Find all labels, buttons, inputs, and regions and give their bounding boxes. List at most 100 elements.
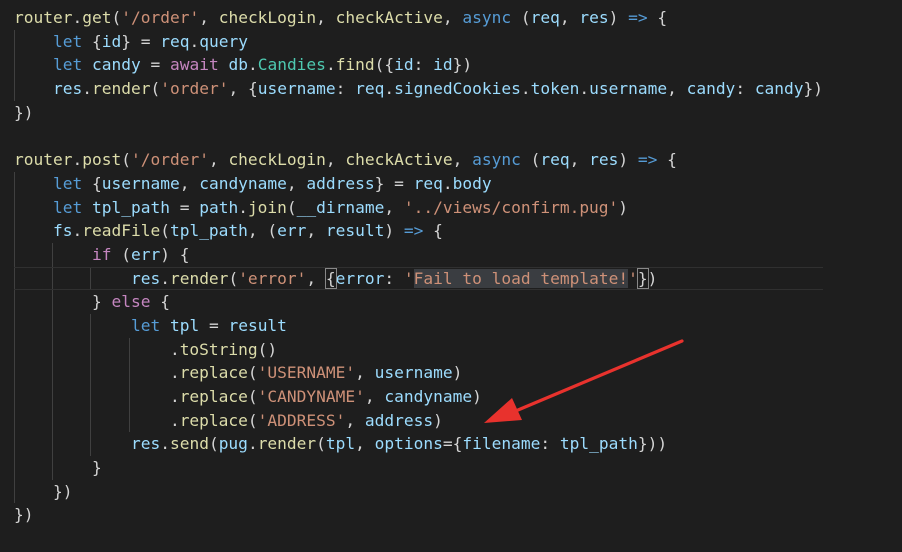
code-token: .	[247, 55, 258, 75]
code-token: body	[452, 173, 492, 193]
code-token: req	[540, 150, 570, 170]
indent-guide	[90, 432, 92, 457]
code-token: id	[101, 31, 122, 51]
selected-text: Fail to load template!	[413, 268, 629, 288]
indent-guide	[90, 313, 92, 338]
code-token: })	[803, 79, 824, 99]
code-line[interactable]: res.render('order', {username: req.signe…	[14, 77, 823, 101]
code-line[interactable]: .replace('CANDYNAME', candyname)	[14, 385, 823, 409]
code-token: .	[72, 150, 83, 170]
code-token: })	[14, 505, 34, 525]
code-line[interactable]: let tpl_path = path.join(__dirname, '../…	[14, 195, 823, 220]
code-token: .	[442, 173, 453, 193]
code-token: candy	[754, 79, 804, 99]
code-token: )	[618, 150, 638, 170]
code-line[interactable]: } else {	[14, 290, 823, 314]
code-token: ,	[306, 268, 326, 288]
code-token: ,	[199, 8, 219, 27]
indent-guide	[90, 408, 92, 433]
code-line[interactable]: let candy = await db.Candies.find({id: i…	[14, 53, 823, 78]
code-token: __dirname	[296, 197, 385, 217]
code-line[interactable]: .replace('USERNAME', username)	[14, 361, 823, 385]
indent-guide	[52, 361, 54, 385]
code-token: (	[316, 434, 326, 454]
code-line[interactable]: let {username, candyname, address} = req…	[14, 171, 823, 196]
code-token: ,	[364, 387, 385, 406]
code-token: let	[52, 173, 83, 193]
code-line[interactable]: }	[14, 456, 823, 480]
indent-guide	[14, 266, 15, 291]
code-line[interactable]	[14, 124, 823, 148]
code-line[interactable]: })	[14, 503, 823, 527]
code-token: )	[472, 387, 482, 406]
code-token: ={	[442, 434, 463, 454]
code-line[interactable]: .toString()	[14, 337, 823, 362]
code-token: res	[130, 268, 161, 288]
code-token: ,	[384, 197, 404, 217]
code-line[interactable]: .replace('ADDRESS', address)	[14, 408, 823, 433]
code-token: let	[52, 197, 83, 217]
code-token: let	[130, 315, 161, 335]
indent-guide	[14, 171, 15, 196]
code-token: .	[189, 31, 200, 51]
code-line[interactable]: let {id} = req.query	[14, 29, 823, 54]
code-token: ,	[208, 150, 229, 170]
code-line[interactable]: fs.readFile(tpl_path, (err, result) => {	[14, 219, 823, 243]
code-editor[interactable]: router.get('/order', checkLogin, checkAc…	[0, 0, 902, 552]
code-token: query	[199, 31, 248, 51]
code-token: router	[14, 150, 73, 170]
code-token: =>	[628, 8, 648, 27]
code-token: req	[160, 31, 190, 51]
code-token: db	[228, 55, 248, 75]
code-token: result	[325, 221, 385, 241]
indent-guide	[14, 242, 15, 267]
code-token: tpl_path	[169, 221, 248, 241]
code-token: (	[286, 197, 297, 217]
code-line[interactable]: res.render('error', {error: 'Fail to loa…	[14, 266, 824, 291]
code-line[interactable]: })	[14, 479, 823, 504]
code-area[interactable]: router.get('/order', checkLogin, checkAc…	[14, 6, 824, 527]
indent-guide	[52, 290, 54, 314]
code-line[interactable]: router.get('/order', checkLogin, checkAc…	[14, 6, 823, 30]
code-line[interactable]: router.post('/order', checkLogin, checkA…	[14, 148, 823, 172]
code-token: router	[14, 8, 73, 27]
code-token: )	[384, 221, 404, 241]
code-line[interactable]: res.send(pug.render(tpl, options={filena…	[14, 432, 823, 457]
code-token: } =	[374, 173, 414, 193]
code-line[interactable]: })	[14, 101, 823, 125]
code-token: replace	[179, 387, 248, 406]
code-token: })	[52, 481, 73, 501]
code-token: })	[14, 102, 34, 122]
indent-guide	[52, 408, 54, 433]
code-token: :	[413, 55, 434, 75]
code-token: '	[628, 268, 638, 288]
indent-guide	[52, 313, 54, 338]
code-token: .	[82, 79, 92, 99]
code-token: {	[82, 31, 102, 51]
code-token: .	[325, 55, 336, 75]
code-token: path	[199, 197, 239, 217]
code-line[interactable]: let tpl = result	[14, 313, 823, 338]
code-token: .	[160, 268, 170, 288]
indent-guide	[14, 290, 15, 314]
code-token: candyname	[384, 387, 473, 406]
code-line[interactable]: if (err) {	[14, 242, 823, 267]
code-token: (	[520, 150, 541, 170]
code-token: fs	[52, 221, 73, 241]
code-token: async	[462, 8, 512, 27]
indent-guide	[90, 266, 92, 291]
indent-guide	[14, 337, 15, 362]
indent-guide	[14, 195, 15, 220]
code-token: .	[72, 221, 83, 241]
matched-brace: {	[324, 267, 337, 289]
code-token: }))	[637, 434, 668, 454]
code-token: token	[530, 79, 580, 99]
code-token: ,	[179, 173, 200, 193]
